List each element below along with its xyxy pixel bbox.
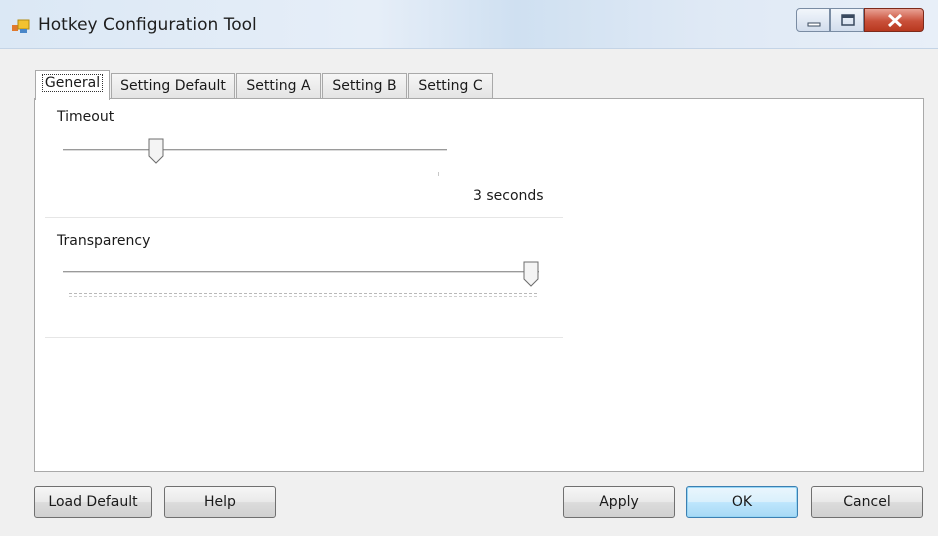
timeout-tick [438,172,439,176]
transparency-ticks [69,293,537,297]
maximize-icon [841,14,855,26]
minimize-icon [807,22,821,27]
main-window: Hotkey Configuration Tool General Settin… [0,0,938,536]
tab-setting-b[interactable]: Setting B [322,73,407,99]
timeout-label: Timeout [57,109,115,125]
timeout-slider-track[interactable] [63,149,447,152]
cancel-button[interactable]: Cancel [811,486,923,518]
close-button[interactable] [864,8,924,32]
timeout-slider-thumb[interactable] [148,138,164,164]
transparency-slider-track[interactable] [63,271,539,274]
app-window-icon [12,19,30,33]
load-default-button[interactable]: Load Default [34,486,152,518]
help-button[interactable]: Help [164,486,276,518]
tab-setting-a[interactable]: Setting A [236,73,321,99]
tab-setting-default[interactable]: Setting Default [111,73,235,99]
transparency-separator [45,337,563,338]
minimize-button[interactable] [796,8,830,32]
tab-setting-c[interactable]: Setting C [408,73,493,99]
timeout-separator [45,217,563,218]
transparency-label: Transparency [57,233,151,249]
timeout-value: 3 seconds [473,188,544,204]
maximize-button[interactable] [830,8,864,32]
transparency-slider-thumb[interactable] [523,261,539,287]
tab-general[interactable]: General [35,70,110,100]
window-title: Hotkey Configuration Tool [38,15,257,35]
title-bar[interactable]: Hotkey Configuration Tool [0,0,938,49]
close-icon [887,13,903,28]
ok-button[interactable]: OK [686,486,798,518]
apply-button[interactable]: Apply [563,486,675,518]
tab-panel-general: Timeout 3 seconds Transparency [34,98,924,472]
